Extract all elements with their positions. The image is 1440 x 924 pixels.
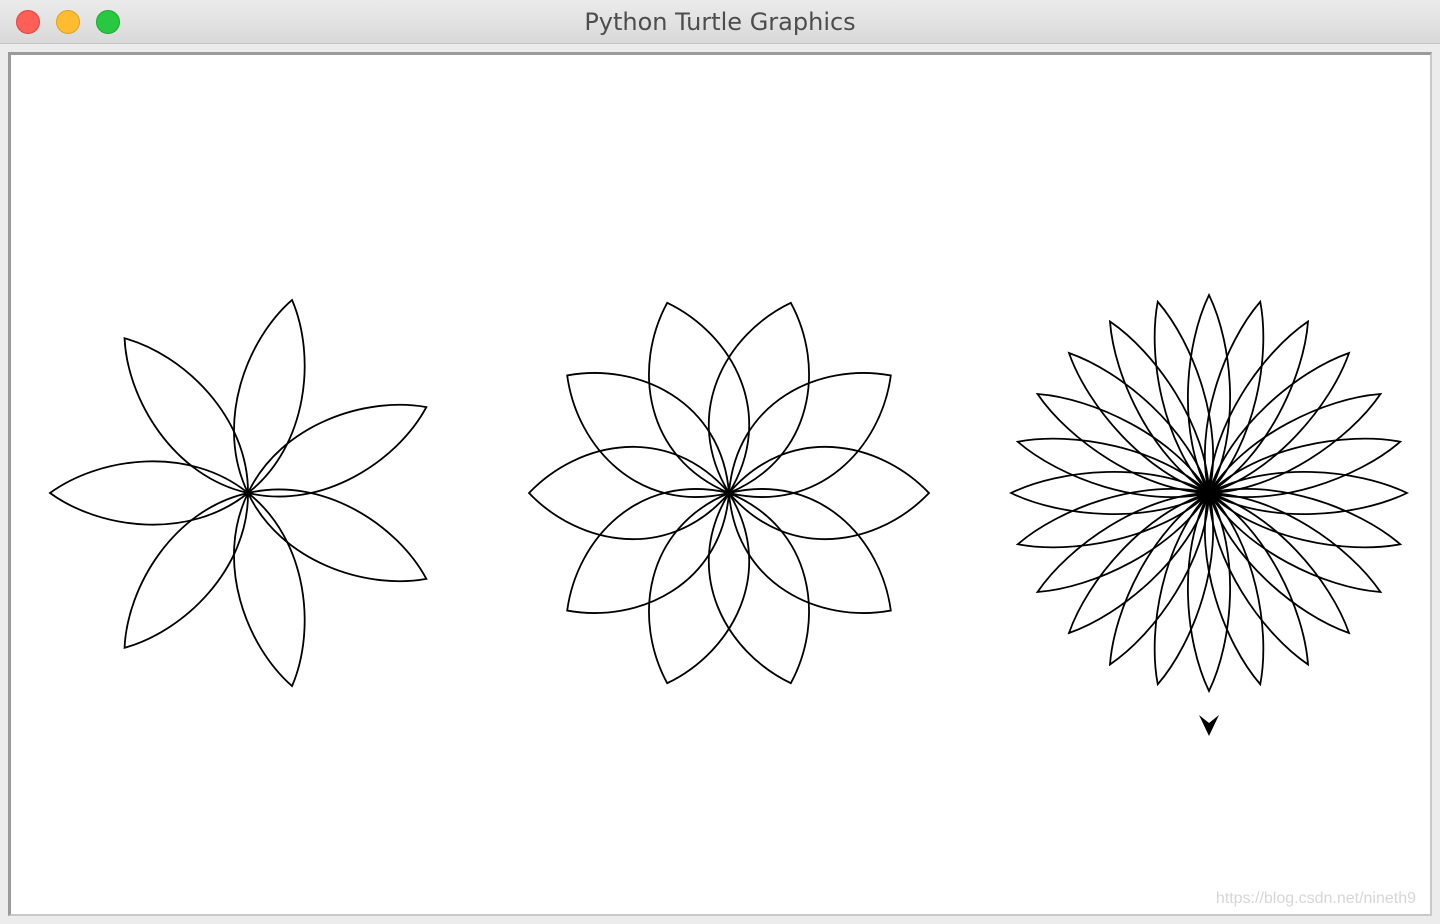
petal [1207, 470, 1410, 516]
petal [648, 491, 751, 685]
petal [1204, 491, 1265, 687]
petal [527, 445, 731, 541]
flower-1 [48, 298, 428, 688]
petal [1015, 437, 1211, 498]
flower-2 [527, 301, 931, 685]
petal [1008, 470, 1211, 516]
petal [48, 460, 250, 526]
petal [123, 336, 249, 495]
turtle-arrow-icon [1199, 715, 1219, 736]
petal [1207, 488, 1403, 549]
petal [1015, 488, 1211, 549]
turtle-canvas-frame: https://blog.csdn.net/nineth9 [8, 52, 1432, 916]
close-button[interactable] [16, 10, 40, 34]
watermark-text: https://blog.csdn.net/nineth9 [1215, 890, 1416, 907]
window-title: Python Turtle Graphics [584, 8, 856, 36]
zoom-button[interactable] [96, 10, 120, 34]
petal [233, 491, 306, 688]
petal [233, 298, 306, 495]
petal [246, 488, 428, 583]
flower-3 [1008, 292, 1410, 694]
turtle-window: Python Turtle Graphics https://blog.csdn… [0, 0, 1440, 924]
petal [1186, 491, 1232, 694]
petal [1207, 491, 1351, 635]
petal [727, 445, 931, 541]
petal [707, 301, 810, 495]
petal [1067, 491, 1211, 635]
petal [648, 301, 751, 495]
petal [1207, 351, 1351, 495]
minimize-button[interactable] [56, 10, 80, 34]
petal [1153, 491, 1214, 687]
petal [1186, 292, 1232, 495]
petal [1067, 351, 1211, 495]
title-bar[interactable]: Python Turtle Graphics [0, 0, 1440, 44]
petal [246, 403, 428, 498]
turtle-canvas[interactable] [11, 55, 1430, 914]
petal [1204, 299, 1265, 495]
petal [1153, 299, 1214, 495]
petal [707, 491, 810, 685]
petal [123, 491, 249, 650]
petal [1207, 437, 1403, 498]
